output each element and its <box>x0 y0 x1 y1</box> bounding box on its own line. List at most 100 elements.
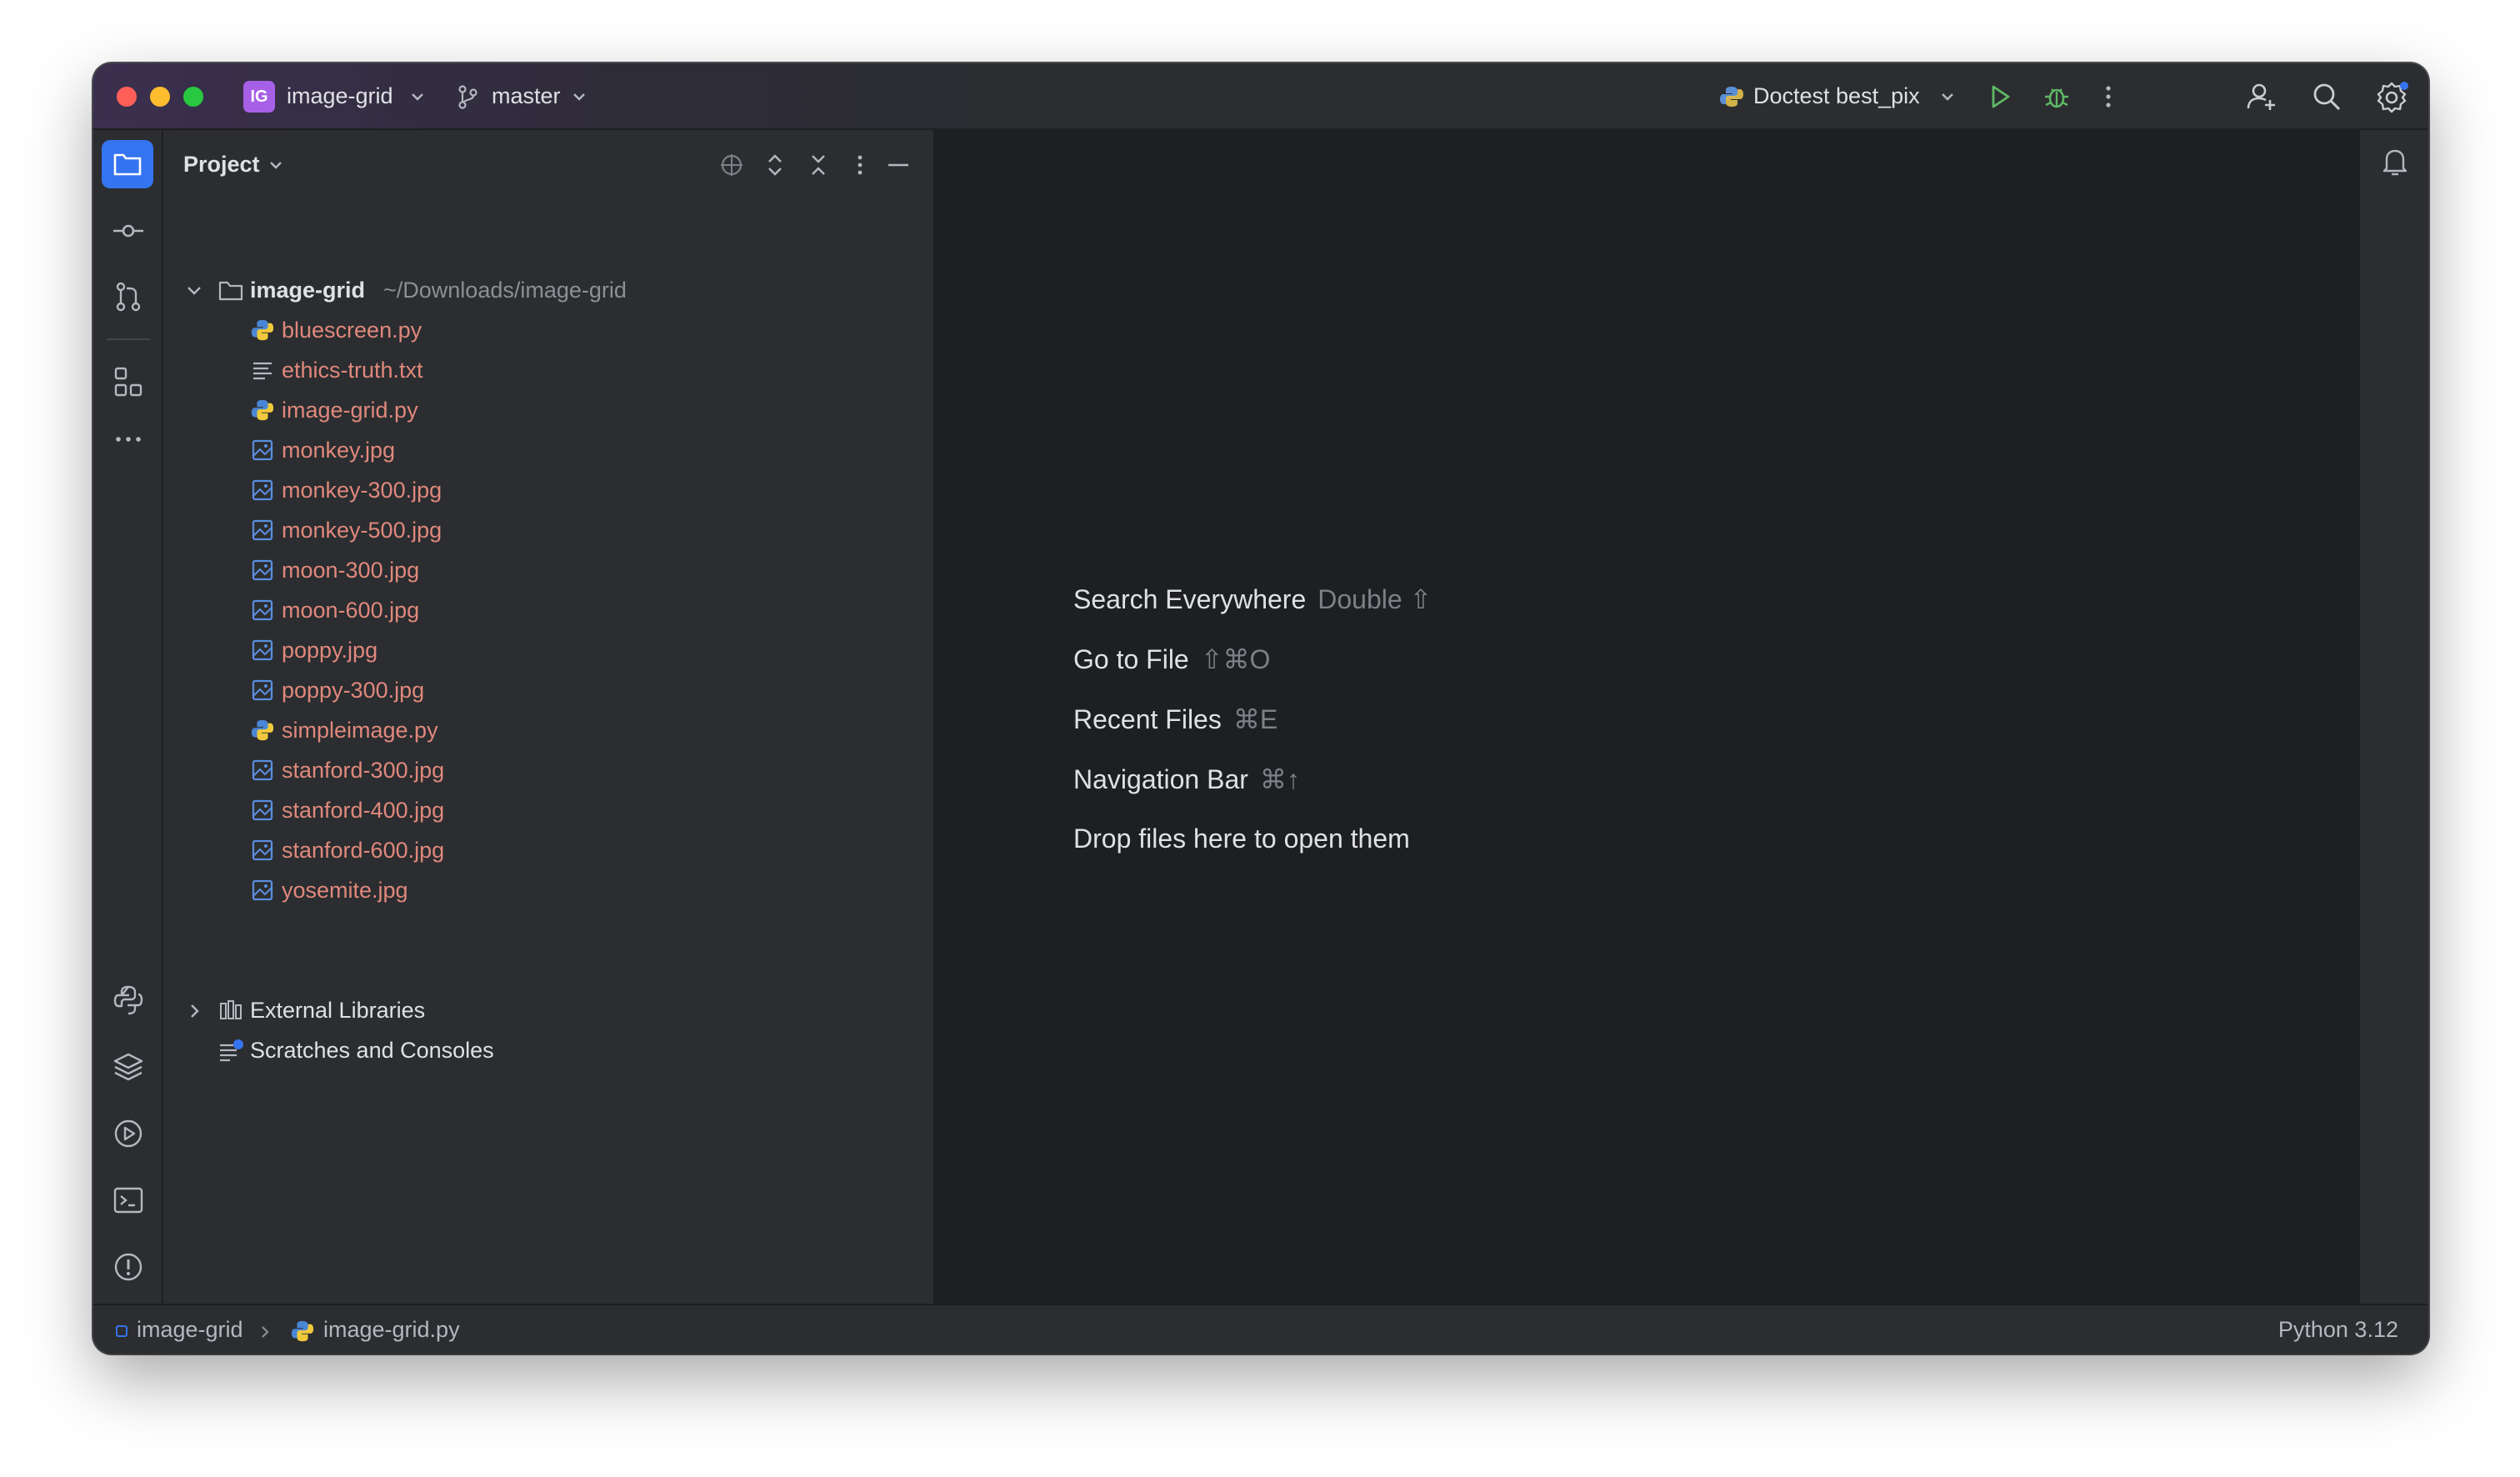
project-tool-window: Project image-grid ~/Downloads/image-gri… <box>163 130 935 1304</box>
file-row[interactable]: monkey-300.jpg <box>163 470 933 510</box>
project-badge[interactable]: IG <box>243 81 275 113</box>
run-icon[interactable] <box>1985 82 2015 112</box>
status-bar: image-grid image-grid.py Python 3.12 <box>93 1304 2428 1354</box>
chevron-down-icon[interactable] <box>1938 85 1957 108</box>
hint-label: Search Everywhere <box>1073 584 1307 614</box>
panel-options-icon[interactable] <box>852 152 868 178</box>
file-row[interactable]: yosemite.jpg <box>163 870 933 910</box>
chevron-down-icon[interactable] <box>185 282 203 300</box>
left-tool-strip <box>93 130 163 1347</box>
layers-icon[interactable] <box>112 1050 145 1084</box>
breadcrumb-project[interactable]: image-grid <box>137 1317 243 1343</box>
chevron-down-icon[interactable] <box>267 155 285 177</box>
editor-hint-row: Go to File ⇧⌘O <box>1073 643 1270 675</box>
editor-area[interactable]: Search Everywhere Double ⇧ Go to File ⇧⌘O Re… <box>935 130 2358 1304</box>
debug-icon[interactable] <box>2042 82 2072 112</box>
file-row[interactable]: bluescreen.py <box>163 310 933 350</box>
image-file-icon <box>250 518 275 543</box>
root-folder-name: image-grid <box>250 278 366 303</box>
project-selector[interactable]: image-grid <box>287 83 393 109</box>
tree-root-row[interactable]: image-grid ~/Downloads/image-grid <box>163 270 933 310</box>
project-folder-icon <box>113 153 142 176</box>
expand-all-icon[interactable] <box>763 152 787 178</box>
right-tool-strip <box>2358 130 2428 1304</box>
hint-shortcut: ⌘E <box>1232 704 1278 734</box>
hint-label: Navigation Bar <box>1073 764 1248 794</box>
file-row[interactable]: moon-600.jpg <box>163 590 933 630</box>
file-row[interactable]: moon-300.jpg <box>163 550 933 590</box>
breadcrumb-file[interactable]: image-grid.py <box>323 1317 460 1343</box>
editor-hint-row: Recent Files ⌘E <box>1073 703 1278 735</box>
pull-request-icon[interactable] <box>112 280 145 313</box>
file-row[interactable]: image-grid.py <box>163 390 933 430</box>
file-row[interactable]: monkey-500.jpg <box>163 510 933 550</box>
structure-icon[interactable] <box>112 365 145 398</box>
python-run-config-icon <box>1720 87 1743 107</box>
image-file-icon <box>250 678 275 703</box>
more-actions-icon[interactable] <box>2100 82 2117 112</box>
collapse-all-icon[interactable] <box>807 152 830 178</box>
settings-icon[interactable] <box>2375 80 2410 115</box>
scratches-row[interactable]: Scratches and Consoles <box>163 1030 933 1070</box>
file-row[interactable]: poppy-300.jpg <box>163 670 933 710</box>
file-name: poppy.jpg <box>282 638 378 663</box>
file-row[interactable]: stanford-300.jpg <box>163 750 933 790</box>
run-config-selector[interactable]: Doctest best_pix <box>1753 83 1920 109</box>
file-row[interactable]: poppy.jpg <box>163 630 933 670</box>
file-row[interactable]: simpleimage.py <box>163 710 933 750</box>
file-name: monkey-300.jpg <box>282 478 442 503</box>
file-name: moon-300.jpg <box>282 558 420 583</box>
branch-selector[interactable]: master <box>492 83 561 109</box>
editor-hint-row: Drop files here to open them <box>1073 824 1410 854</box>
python-interpreter[interactable]: Python 3.12 <box>2278 1317 2398 1343</box>
add-user-icon[interactable] <box>2245 80 2278 113</box>
external-libraries-row[interactable]: External Libraries <box>163 990 933 1030</box>
file-name: monkey-500.jpg <box>282 518 442 543</box>
project-tool-button[interactable] <box>102 140 153 188</box>
file-name: ethics-truth.txt <box>282 358 423 383</box>
file-name: simpleimage.py <box>282 718 438 743</box>
services-icon[interactable] <box>112 1117 145 1150</box>
hint-shortcut: ⌘↑ <box>1259 764 1300 794</box>
file-row[interactable]: ethics-truth.txt <box>163 350 933 390</box>
python-file-icon <box>250 718 275 743</box>
external-libraries-label: External Libraries <box>250 998 426 1023</box>
window-minimize-button[interactable] <box>150 87 170 107</box>
more-tools-icon[interactable] <box>112 427 145 452</box>
tool-divider <box>107 338 150 340</box>
window-close-button[interactable] <box>117 87 137 107</box>
chevron-down-icon[interactable] <box>408 85 427 108</box>
folder-icon <box>218 281 243 301</box>
file-name: bluescreen.py <box>282 318 422 343</box>
library-icon <box>220 1000 242 1019</box>
problems-icon[interactable] <box>112 1250 145 1284</box>
image-file-icon <box>250 598 275 623</box>
scratches-icon <box>220 1039 243 1062</box>
locate-icon[interactable] <box>718 152 745 178</box>
root-folder-path: ~/Downloads/image-grid <box>383 278 627 303</box>
hint-label: Recent Files <box>1073 704 1222 734</box>
commit-icon[interactable] <box>112 218 145 243</box>
search-icon[interactable] <box>2310 80 2343 113</box>
branch-icon <box>458 85 478 109</box>
image-file-icon <box>250 838 275 863</box>
terminal-icon[interactable] <box>112 1184 145 1217</box>
file-name: stanford-600.jpg <box>282 838 445 863</box>
python-console-icon[interactable] <box>112 984 145 1017</box>
chevron-down-icon[interactable] <box>570 85 588 108</box>
image-file-icon <box>250 478 275 503</box>
image-file-icon <box>250 798 275 823</box>
chevron-right-icon[interactable] <box>185 1002 203 1020</box>
project-panel-title[interactable]: Project <box>183 152 260 178</box>
window-maximize-button[interactable] <box>183 87 203 107</box>
file-row[interactable]: monkey.jpg <box>163 430 933 470</box>
file-name: image-grid.py <box>282 398 418 423</box>
hint-shortcut: ⇧⌘O <box>1200 644 1271 674</box>
hint-label: Go to File <box>1073 644 1189 674</box>
hide-panel-icon[interactable] <box>885 152 912 178</box>
file-row[interactable]: stanford-600.jpg <box>163 830 933 870</box>
image-file-icon <box>250 558 275 583</box>
notifications-bell-icon[interactable] <box>2378 145 2412 178</box>
file-row[interactable]: stanford-400.jpg <box>163 790 933 830</box>
breadcrumb-separator-icon <box>262 1326 269 1338</box>
